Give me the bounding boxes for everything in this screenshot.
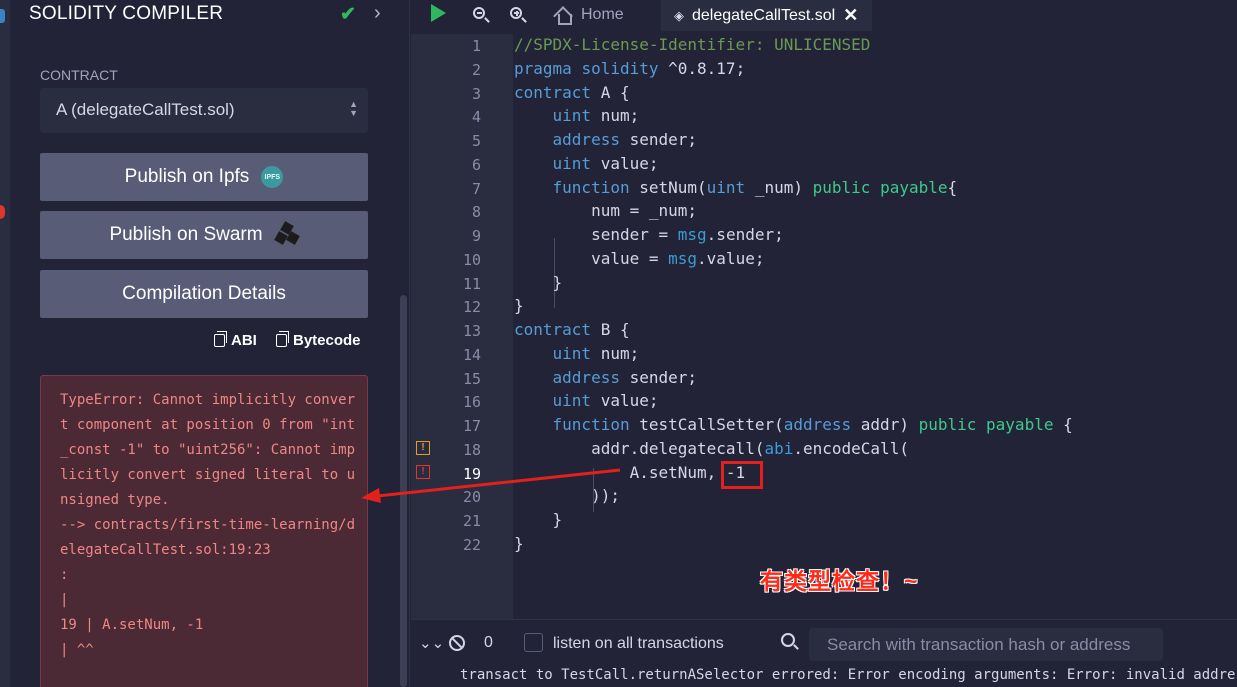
code-line: } bbox=[514, 534, 524, 553]
code-line: sender = msg.sender; bbox=[514, 225, 784, 244]
line-number: 13 bbox=[462, 322, 481, 340]
code-line: address sender; bbox=[552, 130, 698, 149]
code-line: value = msg.value; bbox=[514, 249, 765, 268]
code-line: } bbox=[514, 273, 563, 292]
publish-ipfs-button[interactable]: Publish on Ipfs IPFS bbox=[40, 153, 368, 201]
tab-home-label: Home bbox=[581, 6, 624, 23]
line-number: 21 bbox=[462, 512, 481, 530]
code-line: //SPDX-License-Identifier: UNLICENSED bbox=[514, 35, 871, 54]
home-icon bbox=[555, 7, 573, 25]
annotation-text: 有类型检查！~ bbox=[760, 568, 919, 594]
code-line: contract B { bbox=[514, 320, 630, 339]
line-number: 15 bbox=[462, 370, 481, 388]
code-line: uint value; bbox=[552, 391, 659, 410]
error-badge-icon bbox=[0, 205, 5, 219]
copy-abi-button[interactable]: ABI bbox=[214, 331, 257, 349]
copy-icon bbox=[214, 331, 227, 347]
publish-ipfs-label: Publish on Ipfs bbox=[124, 166, 250, 187]
double-chevron-down-icon[interactable]: ⌄⌄ bbox=[419, 634, 444, 652]
plugin-icon[interactable] bbox=[0, 9, 5, 23]
contract-select-value: A (delegateCallTest.sol) bbox=[56, 100, 235, 119]
solidity-file-icon: ◈ bbox=[674, 7, 684, 23]
line-number: 5 bbox=[471, 132, 481, 150]
code-line: function setNum(uint _num) public payabl… bbox=[552, 178, 958, 197]
line-number: 9 bbox=[471, 227, 481, 245]
transaction-search-input[interactable] bbox=[809, 628, 1163, 661]
contract-select[interactable]: A (delegateCallTest.sol) ▲ ▼ bbox=[40, 88, 368, 133]
compiler-error-text: TypeError: Cannot implicitly convert com… bbox=[60, 392, 356, 658]
line-number: 17 bbox=[462, 417, 481, 435]
terminal-bar: ⌄⌄ 0 listen on all transactions bbox=[411, 619, 1237, 667]
run-play-icon[interactable] bbox=[431, 4, 446, 22]
tab-delegatecalltest[interactable]: ◈ delegateCallTest.sol ✕ bbox=[661, 0, 872, 31]
code-line: pragma solidity ^0.8.17; bbox=[514, 59, 746, 78]
icon-panel-strip bbox=[0, 0, 10, 687]
code-line: contract A { bbox=[514, 83, 630, 102]
listen-label: listen on all transactions bbox=[553, 635, 724, 652]
code-line: function testCallSetter(address addr) pu… bbox=[552, 415, 1073, 434]
code-line: uint num; bbox=[552, 344, 640, 363]
compiler-error-box: TypeError: Cannot implicitly convert com… bbox=[40, 375, 368, 687]
code-line: } bbox=[514, 296, 524, 315]
tab-file-label: delegateCallTest.sol bbox=[692, 6, 836, 24]
copy-abi-label: ABI bbox=[231, 332, 257, 349]
solidity-compiler-panel: SOLIDITY COMPILER ✔ › CONTRACT A (delega… bbox=[10, 0, 410, 687]
line-number: 1 bbox=[471, 37, 481, 55]
code-line: uint num; bbox=[552, 106, 640, 125]
swarm-icon bbox=[273, 221, 300, 247]
code-line: addr.delegatecall(abi.encodeCall( bbox=[514, 439, 909, 458]
line-number: 22 bbox=[462, 536, 481, 554]
listen-checkbox[interactable] bbox=[524, 633, 543, 652]
warning-marker-icon[interactable]: ! bbox=[416, 441, 430, 455]
copy-bytecode-button[interactable]: Bytecode bbox=[276, 331, 361, 349]
line-number: 6 bbox=[471, 156, 481, 174]
code-line: } bbox=[514, 510, 563, 529]
line-number: 14 bbox=[462, 346, 481, 364]
compilation-details-button[interactable]: Compilation Details bbox=[40, 270, 368, 318]
line-number: 11 bbox=[462, 275, 481, 293]
contract-label: CONTRACT bbox=[40, 67, 118, 83]
code-line: uint value; bbox=[552, 154, 659, 173]
line-number: 3 bbox=[471, 85, 481, 103]
line-number: 18 bbox=[462, 441, 481, 459]
code-line: num = _num; bbox=[514, 201, 698, 220]
select-arrows-icon: ▲ ▼ bbox=[349, 99, 358, 118]
copy-icon bbox=[276, 331, 289, 347]
compilation-details-label: Compilation Details bbox=[122, 283, 286, 304]
ipfs-icon: IPFS bbox=[261, 166, 284, 188]
publish-swarm-button[interactable]: Publish on Swarm bbox=[40, 211, 368, 259]
close-icon[interactable]: ✕ bbox=[843, 5, 858, 26]
terminal-log-line: transact to TestCall.returnASelector err… bbox=[460, 667, 1237, 683]
editor-top-bar: Home ◈ delegateCallTest.sol ✕ bbox=[411, 0, 1237, 34]
line-number: 7 bbox=[471, 180, 481, 198]
terminal-log: transact to TestCall.returnASelector err… bbox=[411, 666, 1237, 687]
panel-title: SOLIDITY COMPILER bbox=[29, 3, 224, 24]
publish-swarm-label: Publish on Swarm bbox=[109, 224, 263, 245]
zoom-in-icon[interactable] bbox=[510, 3, 522, 24]
pending-tx-count: 0 bbox=[484, 634, 493, 651]
tab-home[interactable]: Home bbox=[551, 0, 659, 30]
code-editor[interactable]: ! ! 1 2 3 4 5 6 7 8 9 10 11 12 13 14 15 … bbox=[411, 34, 1237, 619]
line-number: 2 bbox=[471, 61, 481, 79]
error-highlight-box bbox=[721, 461, 763, 489]
line-number: 8 bbox=[471, 203, 481, 221]
clear-icon[interactable] bbox=[449, 635, 465, 651]
chevron-right-icon[interactable]: › bbox=[374, 2, 381, 25]
line-number: 16 bbox=[462, 393, 481, 411]
copy-bytecode-label: Bytecode bbox=[293, 332, 361, 349]
search-icon bbox=[781, 633, 795, 647]
annotation-arrow bbox=[361, 468, 621, 503]
line-number: 12 bbox=[462, 298, 481, 316]
line-number: 10 bbox=[462, 251, 481, 269]
line-number: 4 bbox=[471, 108, 481, 126]
check-icon: ✔ bbox=[340, 4, 356, 25]
zoom-out-icon[interactable] bbox=[473, 3, 485, 24]
code-line: address sender; bbox=[552, 368, 698, 387]
